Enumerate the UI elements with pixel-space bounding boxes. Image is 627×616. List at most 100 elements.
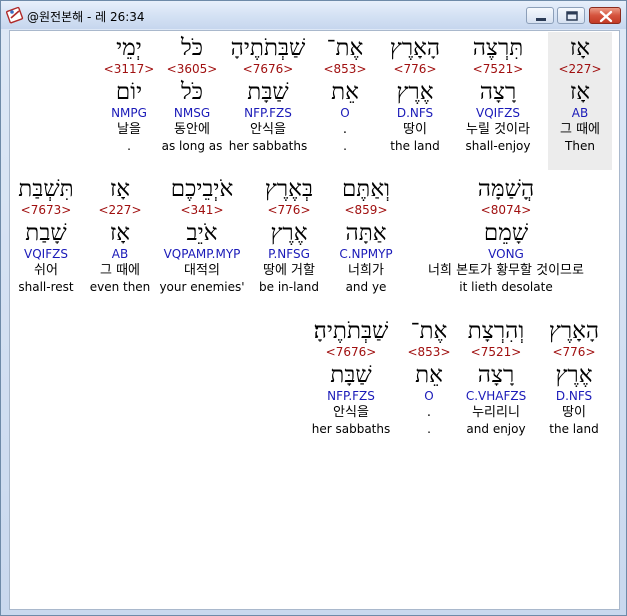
hebrew-lemma: שָׁבַת [25,220,67,246]
morph-code[interactable]: C.NPMYP [327,247,405,262]
word-unit[interactable]: הָאָרֶץ <776> אֶרֶץ D.NFS 땅이 the land [376,32,454,154]
minimize-button[interactable] [526,7,554,24]
word-unit[interactable]: תִּשְׁבַּת <7673> שָׁבַת VQIFZS 쉬어 shall… [12,173,80,295]
korean-gloss: 땅에 거할 [263,263,315,278]
hebrew-word: יְמֵי [116,35,142,61]
word-unit[interactable]: כֹּל <3605> כֹּל NMSG 동안에 as long as [156,32,228,154]
morph-code[interactable]: VONG [406,247,606,262]
hebrew-lemma: אַתָּה [345,220,387,246]
close-button[interactable] [589,7,621,24]
strong-number[interactable]: <3117> [98,62,160,77]
strong-number[interactable]: <8074> [406,203,606,218]
morph-code[interactable]: C.VHAFZS [457,389,535,404]
korean-gloss: 안식을 [250,122,286,137]
word-unit[interactable]: אָז <227> אָז AB 그 때에 even then [87,173,153,295]
minimize-icon [536,18,546,21]
word-unit[interactable]: אֶת־ <853> אֵת O . . [314,32,376,154]
hebrew-lemma: כֹּל [180,79,203,105]
word-unit[interactable]: שַׁבְּתֹתֶיהָ׃ <7676> שַׁבָּת NFP.FZS 안식… [304,315,398,437]
word-unit[interactable]: הָאָרֶץ <776> אֶרֶץ D.NFS 땅이 the land [535,315,613,437]
hebrew-lemma: אָז [109,220,131,246]
word-unit[interactable]: תִּרְצֶה <7521> רָצָה VQIFZS 누릴 것이라 shal… [459,32,537,154]
morph-code[interactable]: D.NFS [535,389,613,404]
korean-gloss: 그 때에 [559,122,600,137]
hebrew-word: תִּרְצֶה [472,35,524,61]
strong-number[interactable]: <227> [548,62,612,77]
korean-gloss: 그 때에 [99,263,140,278]
hebrew-word: אֹיְבֵיכֶם [170,176,234,202]
morph-code[interactable]: P.NFSG [250,247,328,262]
hebrew-word: אֶת־ [410,318,448,344]
hebrew-word: אָז [109,176,131,202]
window-title: @원전본해 - 레 26:34 [27,10,145,24]
korean-gloss: . [342,122,348,137]
title-bar[interactable]: @원전본해 - 레 26:34 [1,1,626,29]
hebrew-lemma: אֹיֵב [186,220,218,246]
hebrew-word: אֶת־ [326,35,364,61]
morph-code[interactable]: O [314,106,376,121]
strong-number[interactable]: <776> [250,203,328,218]
english-gloss: shall-enjoy [465,139,531,153]
strong-number[interactable]: <853> [398,345,460,360]
korean-gloss: 너희가 [348,263,384,278]
strong-number[interactable]: <7676> [225,62,311,77]
word-unit[interactable]: בְּאֶרֶץ <776> אֶרֶץ P.NFSG 땅에 거할 be in-… [250,173,328,295]
word-unit[interactable]: וְהִרְצָת <7521> רָצָה C.VHAFZS 누리리니 and… [457,315,535,437]
hebrew-lemma: אָז [569,79,591,105]
korean-gloss: 땅이 [403,122,427,137]
word-unit[interactable]: אֶת־ <853> אֵת O . . [398,315,460,437]
morph-code[interactable]: VQIFZS [459,106,537,121]
morph-code[interactable]: NMPG [98,106,160,121]
hebrew-lemma: אֶרֶץ [396,79,434,105]
word-unit[interactable]: אָז <227> אָז AB 그 때에 Then [548,32,612,170]
word-unit[interactable]: שַׁבְּתֹתֶיהָ <7676> שַׁבָּת NFP.FZS 안식을… [225,32,311,154]
word-unit[interactable]: אֹיְבֵיכֶם <341> אֹיֵב VQPAMP.MYP 대적의 yo… [155,173,249,295]
korean-gloss: 누리리니 [472,405,520,420]
hebrew-lemma: שַׁבָּת [330,362,372,388]
morph-code[interactable]: NFP.FZS [225,106,311,121]
english-gloss: and ye [345,280,387,294]
hebrew-word: תִּשְׁבַּת [18,176,74,202]
english-gloss: her sabbaths [311,422,391,436]
english-gloss: be in-land [259,280,319,294]
hebrew-lemma: אֵת [415,362,443,388]
strong-number[interactable]: <7521> [459,62,537,77]
hebrew-lemma: שַׁבָּת [247,79,289,105]
english-gloss: your enemies' [159,280,245,294]
morph-code[interactable]: AB [87,247,153,262]
morph-code[interactable]: O [398,389,460,404]
word-unit[interactable]: הֳשַׁמָּה <8074> שָׁמֵם VONG 너희 본토가 황무할 … [406,173,606,295]
strong-number[interactable]: <3605> [156,62,228,77]
morph-code[interactable]: D.NFS [376,106,454,121]
interlinear-view[interactable]: אָז <227> אָז AB 그 때에 Then תִּרְצֶה <752… [9,30,620,610]
strong-number[interactable]: <7521> [457,345,535,360]
word-unit[interactable]: יְמֵי <3117> יוֹם NMPG 날을 . [98,32,160,154]
strong-number[interactable]: <227> [87,203,153,218]
strong-number[interactable]: <7676> [304,345,398,360]
word-unit[interactable]: וְאַתֶּם <859> אַתָּה C.NPMYP 너희가 and ye [327,173,405,295]
hebrew-word: שַׁבְּתֹתֶיהָ׃ [313,318,389,344]
strong-number[interactable]: <7673> [12,203,80,218]
english-gloss: even then [89,280,151,294]
english-gloss: the land [549,422,599,436]
maximize-button[interactable] [557,7,585,24]
korean-gloss: 안식을 [333,405,369,420]
strong-number[interactable]: <776> [535,345,613,360]
english-gloss: Then [565,139,595,153]
strong-number[interactable]: <859> [327,203,405,218]
hebrew-word: שַׁבְּתֹתֶיהָ [230,35,306,61]
hebrew-word: וְאַתֶּם [341,176,391,202]
morph-code[interactable]: AB [548,106,612,121]
morph-code[interactable]: NMSG [156,106,228,121]
strong-number[interactable]: <853> [314,62,376,77]
hebrew-lemma: אֵת [331,79,359,105]
morph-code[interactable]: VQPAMP.MYP [155,247,249,262]
strong-number[interactable]: <341> [155,203,249,218]
morph-code[interactable]: VQIFZS [12,247,80,262]
korean-gloss: 땅이 [562,405,586,420]
hebrew-word: וְהִרְצָת [467,318,525,344]
morph-code[interactable]: NFP.FZS [304,389,398,404]
hebrew-lemma: אֶרֶץ [270,220,308,246]
strong-number[interactable]: <776> [376,62,454,77]
korean-gloss: 동안에 [174,122,210,137]
